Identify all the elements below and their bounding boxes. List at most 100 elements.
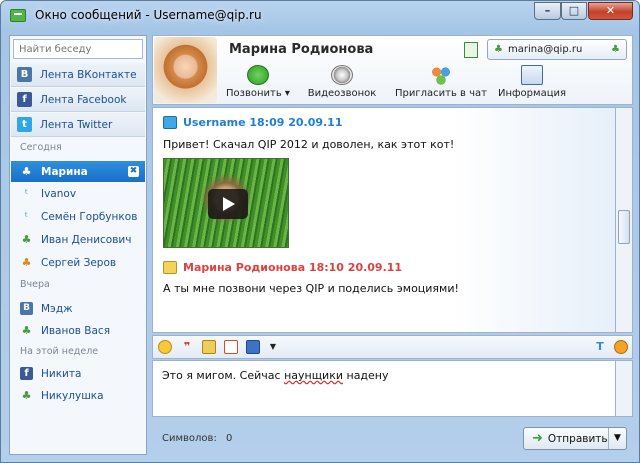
contact-name: Никита (41, 367, 82, 380)
account-selector[interactable]: ♣ marina@qip.ru ♣ (487, 39, 627, 60)
window-title: Окно сообщений - Username@qip.ru (35, 8, 262, 22)
contact-item[interactable]: ᵗ Семён Горбунков (11, 206, 145, 227)
contact-item[interactable]: ♣ Иванов Вася (11, 320, 145, 341)
input-scrollbar[interactable] (615, 360, 633, 417)
contact-item[interactable]: ♣ Никулушка (11, 385, 145, 406)
contact-item[interactable]: ᵗ Ivanov (11, 183, 145, 204)
send-button[interactable]: ➜ Отправить ▼ (523, 427, 627, 450)
char-counter: Символов: 0 (162, 433, 232, 444)
message-text: Привет! Скачал QIP 2012 и доволен, как э… (163, 138, 455, 151)
char-counter-value: 0 (226, 433, 233, 444)
send-options-dropdown[interactable]: ▼ (608, 428, 626, 449)
scrollbar-thumb[interactable] (618, 210, 630, 244)
feed-label: Лента Facebook (40, 93, 127, 106)
contact-status-icon (163, 261, 177, 274)
chat-history[interactable]: Username 18:09 20.09.11 Привет! Скачал Q… (152, 107, 615, 333)
facebook-icon: f (17, 92, 32, 107)
footer: Символов: 0 ➜ Отправить ▼ (152, 421, 633, 456)
contact-item[interactable]: f Никита (11, 363, 145, 384)
call-label: Позвонить ▾ (226, 88, 290, 99)
phone-icon (247, 65, 269, 85)
input-text-tail: надену (343, 369, 389, 382)
video-thumbnail[interactable] (163, 158, 289, 248)
qip-contact-icon: ♣ (21, 389, 32, 402)
info-button[interactable]: Информация (495, 65, 569, 105)
arrow-right-icon: ➜ (532, 431, 543, 446)
feed-facebook[interactable]: f Лента Facebook (11, 88, 145, 112)
contact-name: Иван Денисович (41, 233, 132, 246)
twitter-icon: t (17, 117, 32, 132)
contact-item[interactable]: ♣ Сергей Зеров (11, 252, 145, 273)
minimize-button[interactable]: – (534, 2, 561, 20)
qip-away-contact-icon: ♣ (21, 256, 32, 269)
message-window: Окно сообщений - Username@qip.ru – □ ✕ B… (0, 0, 640, 463)
account-email: marina@qip.ru (507, 44, 583, 55)
contact-name: Ivanov (41, 187, 77, 200)
settings-gear-icon[interactable] (614, 340, 628, 354)
chevron-down-icon[interactable]: ▼ (266, 340, 280, 354)
close-button[interactable]: ✕ (588, 2, 633, 20)
feed-label: Лента Twitter (40, 118, 113, 131)
translate-icon[interactable]: T (593, 340, 607, 354)
contact-name: Семён Горбунков (41, 210, 138, 223)
account-status-icon: ♣ (611, 44, 620, 55)
twitter-contact-icon: ᵗ (24, 187, 29, 200)
user-status-icon (163, 116, 177, 129)
message-text: А ты мне позвони через QIP и поделись эм… (163, 282, 459, 295)
section-today: Сегодня (20, 142, 62, 153)
message-header: Марина Родионова 18:10 20.09.11 (163, 261, 402, 274)
contact-name: Иванов Вася (41, 324, 111, 337)
message-header-text: Марина Родионова 18:10 20.09.11 (183, 261, 403, 274)
video-call-button[interactable]: Видеозвонок (307, 65, 377, 105)
twitter-contact-icon: ᵗ (24, 210, 29, 223)
contact-name: Марина (41, 165, 88, 178)
vk-icon: B (17, 67, 32, 82)
call-button[interactable]: Позвонить ▾ (223, 65, 293, 105)
contact-item[interactable]: ♣ Иван Денисович (11, 229, 145, 250)
message-header-text: Username 18:09 20.09.11 (183, 116, 343, 129)
info-label: Информация (497, 88, 567, 99)
section-this-week: На этой неделе (20, 346, 99, 357)
send-file-icon[interactable] (202, 340, 216, 354)
feed-vkontakte[interactable]: B Лента ВКонтакте (11, 63, 145, 87)
facebook-contact-icon: f (20, 367, 33, 380)
invite-label: Пригласить в чат (395, 88, 487, 99)
qip-contact-icon: ♣ (21, 165, 32, 178)
avatar[interactable] (154, 37, 217, 103)
contact-name: Мэдж (41, 302, 73, 315)
contact-name-title: Марина Родионова (229, 42, 374, 57)
quote-icon[interactable]: ❞ (180, 340, 194, 354)
calendar-icon[interactable] (224, 340, 238, 354)
feed-label: Лента ВКонтакте (40, 68, 137, 81)
qip-account-icon: ♣ (494, 44, 503, 55)
contact-header: Марина Родионова ♣ marina@qip.ru ♣ Позво… (152, 35, 633, 105)
video-call-label: Видеозвонок (307, 88, 377, 99)
title-bar: Окно сообщений - Username@qip.ru – □ ✕ (1, 1, 639, 29)
qip-contact-icon: ♣ (21, 233, 32, 246)
close-conversation-icon[interactable]: ✖ (128, 166, 139, 177)
webcam-icon (331, 65, 353, 85)
input-text: Это я мигом. Сейчас (162, 369, 285, 382)
save-icon[interactable] (246, 340, 260, 354)
message-toolbar: ❞ ▼ T (152, 335, 633, 359)
contact-card-icon (521, 65, 543, 85)
contact-item[interactable]: ♣ Марина ✖ (11, 161, 145, 182)
message-input[interactable]: Это я мигом. Сейчас наунщики надену (152, 360, 615, 417)
send-label: Отправить (547, 432, 608, 445)
contact-name: Сергей Зеров (41, 256, 117, 269)
people-icon (430, 65, 452, 85)
qip-contact-icon: ♣ (21, 324, 32, 337)
smiley-icon[interactable] (158, 340, 172, 354)
conversation-sidebar: B Лента ВКонтакте f Лента Facebook t Лен… (9, 35, 147, 455)
play-icon[interactable] (208, 189, 248, 219)
feed-twitter[interactable]: t Лента Twitter (11, 113, 145, 137)
misspelled-word: наунщики (284, 369, 343, 382)
search-conversation-input[interactable] (13, 39, 143, 59)
contact-item[interactable]: B Мэдж (11, 298, 145, 319)
history-book-icon[interactable] (464, 42, 478, 58)
chat-scrollbar[interactable] (615, 107, 633, 333)
char-counter-label: Символов: (162, 433, 217, 444)
invite-to-chat-button[interactable]: Пригласить в чат (393, 65, 489, 105)
message-header: Username 18:09 20.09.11 (163, 116, 343, 129)
maximize-button[interactable]: □ (561, 2, 587, 20)
